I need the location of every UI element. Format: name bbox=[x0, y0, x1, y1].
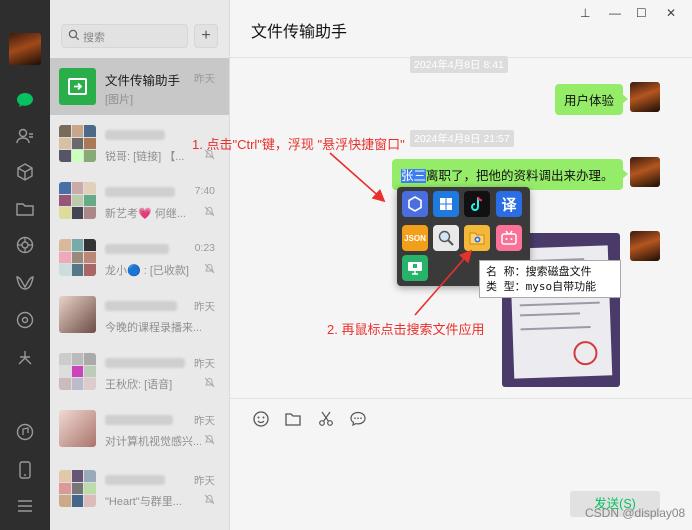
chat-icon[interactable] bbox=[13, 88, 37, 112]
chat-name-blurred bbox=[105, 241, 169, 255]
chat-time: 昨天 bbox=[194, 301, 215, 313]
close-button[interactable]: ✕ bbox=[666, 6, 676, 20]
music-icon[interactable] bbox=[13, 420, 37, 444]
nav-rail bbox=[0, 0, 50, 530]
chat-list-panel: 搜索 + 文件传输助手 昨天 [图片] 锐哥: [链接] 【... 7:40 新… bbox=[50, 0, 230, 530]
app-tooltip: 名 称：搜索磁盘文件 类 型：myso自带功能 bbox=[479, 260, 621, 298]
bilibili-app-icon[interactable] bbox=[496, 225, 522, 251]
message-bubble[interactable]: 张三离职了，把他的资料调出来办理。 bbox=[392, 159, 628, 190]
group-avatar bbox=[59, 353, 96, 390]
file-transfer-avatar bbox=[59, 68, 96, 105]
tooltip-type: 类 型：myso自带功能 bbox=[486, 280, 597, 293]
chat-name-blurred bbox=[105, 127, 165, 141]
mute-icon bbox=[204, 263, 215, 274]
chat-preview: 王秋欣: [语音] bbox=[105, 379, 173, 391]
group-avatar bbox=[59, 239, 96, 276]
add-button[interactable]: + bbox=[194, 24, 218, 48]
input-divider bbox=[230, 398, 692, 399]
chat-name-blurred bbox=[105, 355, 185, 369]
magnifier-app-icon[interactable] bbox=[433, 225, 459, 251]
pin-button[interactable]: ⊥ bbox=[580, 6, 590, 20]
my-avatar[interactable] bbox=[630, 82, 660, 112]
chat-item[interactable]: 昨天 王秋欣: [语音] bbox=[50, 343, 229, 400]
annotation-step-1: 1. 点击"Ctrl"键，浮现 "悬浮快捷窗口" bbox=[192, 137, 405, 152]
group-avatar bbox=[59, 182, 96, 219]
json-app-icon[interactable]: JSON bbox=[402, 225, 428, 251]
selected-text: 张三 bbox=[401, 169, 427, 183]
chat-time: 昨天 bbox=[194, 358, 215, 370]
chat-time: 0:23 bbox=[194, 242, 215, 254]
chat-preview: 对计算机视觉感兴... bbox=[105, 436, 201, 448]
chat-name-blurred bbox=[105, 412, 173, 426]
search-icon bbox=[68, 29, 80, 41]
folder-icon[interactable] bbox=[284, 410, 302, 428]
chat-time: 昨天 bbox=[194, 475, 215, 487]
chat-preview: 新艺考💗 何继... bbox=[105, 208, 186, 220]
chat-history-icon[interactable] bbox=[349, 410, 367, 428]
chat-item[interactable]: 昨天 今晚的课程录播来... bbox=[50, 286, 229, 343]
my-avatar[interactable] bbox=[630, 157, 660, 187]
chat-name: 文件传输助手 bbox=[105, 74, 181, 88]
windows-app-icon[interactable] bbox=[433, 191, 459, 217]
chat-item[interactable]: 昨天 "Heart"与群里... bbox=[50, 460, 229, 517]
moments-icon[interactable] bbox=[13, 233, 37, 257]
message-bubble[interactable]: 用户体验 bbox=[555, 84, 629, 115]
chat-item[interactable]: 7:40 新艺考💗 何继... bbox=[50, 172, 229, 229]
box-app-icon[interactable] bbox=[402, 191, 428, 217]
search-placeholder: 搜索 bbox=[83, 32, 105, 44]
chat-preview: 锐哥: [链接] 【... bbox=[105, 151, 185, 163]
mute-icon bbox=[204, 434, 215, 445]
channels-icon[interactable] bbox=[13, 271, 37, 295]
chat-preview: "Heart"与群里... bbox=[105, 496, 182, 508]
chat-name-blurred bbox=[105, 298, 177, 312]
folder-icon[interactable] bbox=[13, 197, 37, 221]
mute-icon bbox=[204, 494, 215, 505]
remote-desktop-icon[interactable] bbox=[402, 255, 428, 281]
tooltip-name: 名 称：搜索磁盘文件 bbox=[486, 265, 592, 278]
chat-preview: 今晚的课程录播来... bbox=[105, 322, 201, 334]
file-search-app-icon[interactable] bbox=[464, 225, 490, 251]
chat-time: 昨天 bbox=[194, 415, 215, 427]
chat-item[interactable]: 0:23 龙小🔵 : [已收款] bbox=[50, 229, 229, 286]
maximize-button[interactable]: ☐ bbox=[636, 6, 647, 20]
baidu-translate-icon[interactable]: 译 bbox=[496, 191, 522, 217]
minimize-button[interactable]: — bbox=[609, 6, 621, 20]
group-avatar bbox=[59, 125, 96, 162]
composer-toolbar bbox=[252, 410, 377, 433]
chat-title: 文件传输助手 bbox=[251, 24, 348, 41]
chat-item-file-transfer[interactable]: 文件传输助手 昨天 [图片] bbox=[50, 58, 229, 115]
contact-avatar bbox=[59, 296, 96, 333]
contact-avatar bbox=[59, 410, 96, 447]
tiktok-app-icon[interactable] bbox=[464, 191, 490, 217]
favorites-icon[interactable] bbox=[13, 160, 37, 184]
red-stamp bbox=[573, 340, 598, 366]
chat-time: 7:40 bbox=[194, 185, 215, 197]
chat-preview: [图片] bbox=[105, 94, 134, 106]
chat-name-blurred bbox=[105, 472, 165, 486]
group-avatar bbox=[59, 470, 96, 507]
search-discover-icon[interactable] bbox=[13, 346, 37, 370]
phone-icon[interactable] bbox=[13, 458, 37, 482]
contacts-icon[interactable] bbox=[13, 124, 37, 148]
watermark: CSDN @display08 bbox=[585, 506, 686, 520]
my-avatar[interactable] bbox=[630, 231, 660, 261]
mute-icon bbox=[204, 206, 215, 217]
mute-icon bbox=[204, 377, 215, 388]
miniprogram-icon[interactable] bbox=[13, 308, 37, 332]
chat-preview: 龙小🔵 : [已收款] bbox=[105, 265, 189, 277]
annotation-step-2: 2. 再鼠标点击搜索文件应用 bbox=[327, 322, 485, 337]
message-text: 离职了，把他的资料调出来办理。 bbox=[426, 169, 614, 183]
menu-icon[interactable] bbox=[13, 494, 37, 518]
timestamp: 2024年4月8日 21:57 bbox=[410, 130, 514, 147]
timestamp: 2024年4月8日 8:41 bbox=[410, 56, 508, 73]
chat-item[interactable]: 昨天 对计算机视觉感兴... bbox=[50, 400, 229, 457]
scissors-icon[interactable] bbox=[317, 410, 335, 428]
search-input[interactable]: 搜索 bbox=[61, 24, 188, 48]
chat-name-blurred bbox=[105, 184, 175, 198]
emoji-icon[interactable] bbox=[252, 410, 270, 428]
chat-time: 昨天 bbox=[194, 73, 215, 85]
user-avatar[interactable] bbox=[9, 33, 41, 65]
